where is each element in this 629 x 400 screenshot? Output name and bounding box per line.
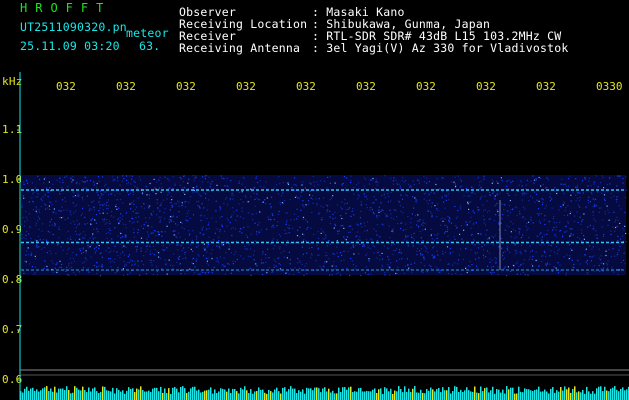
spectrogram bbox=[17, 72, 629, 400]
signal-level-bars bbox=[20, 386, 629, 400]
